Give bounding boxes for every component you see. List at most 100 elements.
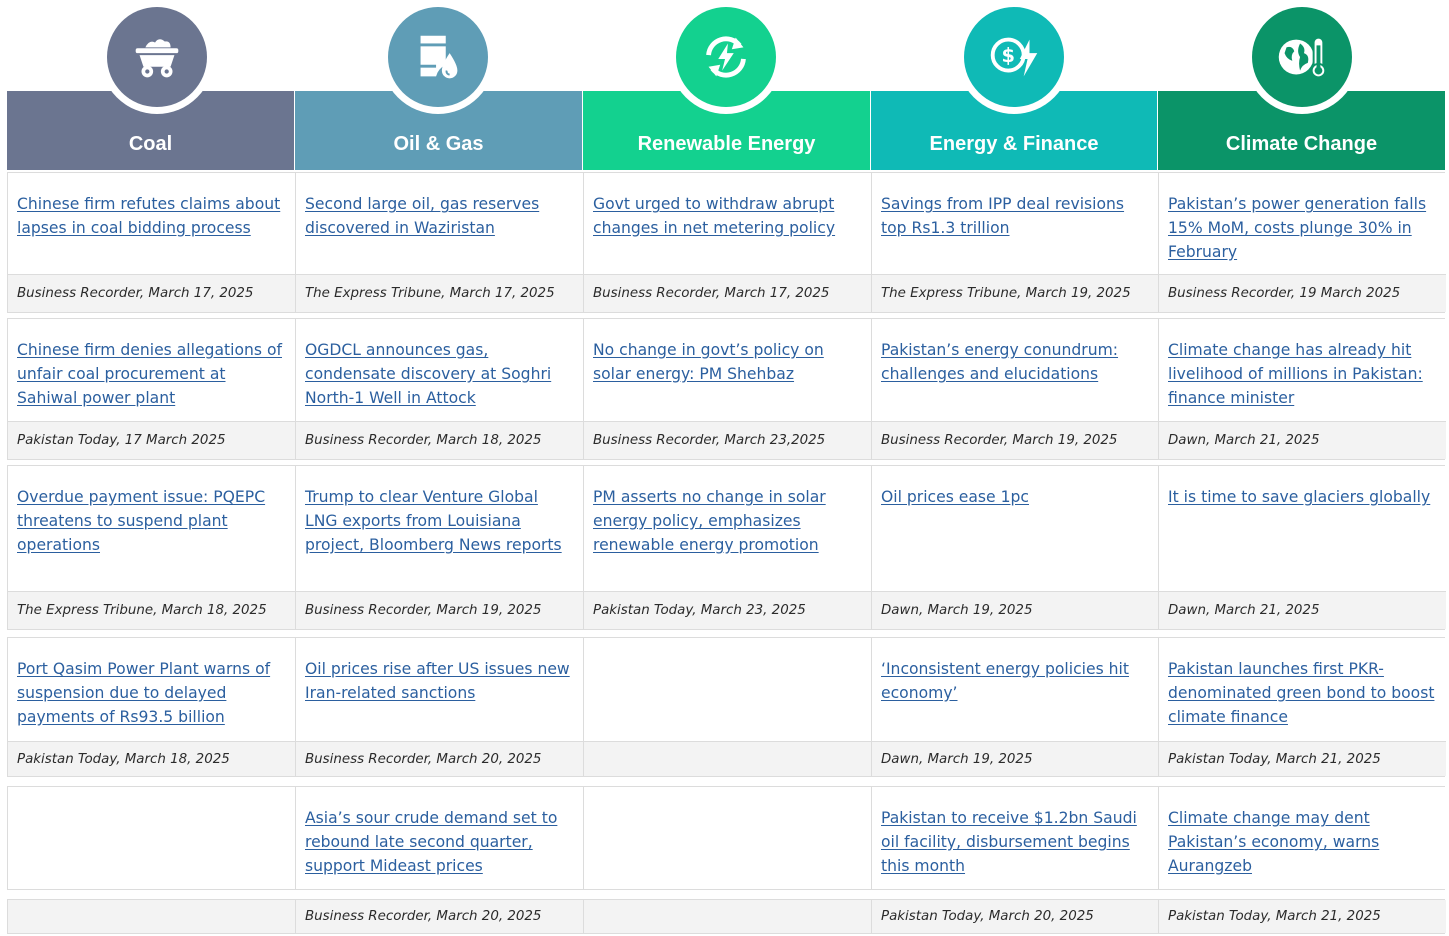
news-headline-link[interactable]: Oil prices rise after US issues new Iran… [305,658,575,706]
news-title-cell: Pakistan launches first PKR-denominated … [1159,638,1446,741]
news-title-cell: Climate change may dent Pakistan’s econo… [1159,787,1446,889]
news-source-cell: Business Recorder, March 20, 2025 [296,900,584,933]
news-source-text: Pakistan Today, March 21, 2025 [1168,751,1381,767]
news-source-cell: Dawn, March 21, 2025 [1159,421,1446,459]
news-source-text: Pakistan Today, March 18, 2025 [17,751,230,767]
finance-icon-badge: $ [957,0,1071,114]
news-title-cell: Oil prices rise after US issues new Iran… [296,638,584,741]
globe-thermometer-icon [1278,36,1327,79]
news-row: Asia’s sour crude demand set to rebound … [7,786,1446,890]
news-title-cell: Govt urged to withdraw abrupt changes in… [584,173,872,274]
news-headline-link[interactable]: ‘Inconsistent energy policies hit econom… [881,658,1150,706]
news-source-cell: Pakistan Today, March 20, 2025 [872,900,1159,933]
column-title-coal: Coal [128,133,173,155]
news-source-cell: Pakistan Today, March 18, 2025 [8,741,296,776]
coal-cart-icon [135,39,179,78]
news-source-cell [584,741,872,776]
column-title-finance: Energy & Finance [929,133,1099,155]
news-row: Port Qasim Power Plant warns of suspensi… [7,637,1446,777]
news-headline-link[interactable]: Pakistan launches first PKR-denominated … [1168,658,1438,729]
news-source-cell: Pakistan Today, March 21, 2025 [1159,900,1446,933]
news-source-text: Dawn, March 21, 2025 [1168,603,1320,618]
news-source-text: Business Recorder, March 17, 2025 [593,286,830,301]
news-headline-link[interactable]: Govt urged to withdraw abrupt changes in… [593,193,863,241]
news-headline-link[interactable]: Pakistan’s power generation falls 15% Mo… [1168,193,1438,264]
news-title-cell: Second large oil, gas reserves discovere… [296,173,584,274]
news-title-cell: Savings from IPP deal revisions top Rs1.… [872,173,1159,274]
news-headline-link[interactable]: Pakistan’s energy conundrum: challenges … [881,339,1150,387]
news-title-cell: ‘Inconsistent energy policies hit econom… [872,638,1159,741]
news-title-cell: Chinese firm denies allegations of unfai… [8,319,296,421]
oil-gas-icon-badge [381,0,495,114]
news-title-cell [8,787,296,889]
news-source-text: The Express Tribune, March 17, 2025 [305,286,555,301]
news-source-text: Business Recorder, March 20, 2025 [305,909,542,924]
news-source-text: Business Recorder, March 18, 2025 [305,433,542,448]
news-source-cell: Dawn, March 19, 2025 [872,741,1159,776]
news-title-cell: Pakistan’s energy conundrum: challenges … [872,319,1159,421]
news-headline-link[interactable]: Overdue payment issue: PQEPC threatens t… [17,486,287,557]
news-source-cell: Business Recorder, March 19, 2025 [872,421,1159,459]
news-source-text: Business Recorder, March 17, 2025 [17,286,254,301]
news-source-cell: The Express Tribune, March 18, 2025 [8,591,296,629]
coal-icon-badge [100,0,214,114]
renewable-icon-badge [669,0,783,114]
news-headline-link[interactable]: Asia’s sour crude demand set to rebound … [305,807,575,878]
news-headline-link[interactable]: Oil prices ease 1pc [881,486,1150,510]
news-headline-link[interactable]: Trump to clear Venture Global LNG export… [305,486,575,557]
news-source-cell: Dawn, March 21, 2025 [1159,591,1446,629]
column-title-climate: Climate Change [1225,133,1378,155]
news-headline-link[interactable]: Port Qasim Power Plant warns of suspensi… [17,658,287,729]
news-title-cell: PM asserts no change in solar energy pol… [584,466,872,591]
news-source-text: The Express Tribune, March 18, 2025 [17,603,267,618]
news-headline-link[interactable]: It is time to save glaciers globally [1168,486,1438,510]
news-title-cell: It is time to save glaciers globally [1159,466,1446,591]
news-headline-link[interactable]: PM asserts no change in solar energy pol… [593,486,863,557]
climate-icon-badge [1245,0,1359,114]
news-headline-link[interactable]: Chinese firm denies allegations of unfai… [17,339,287,410]
news-title-cell: Overdue payment issue: PQEPC threatens t… [8,466,296,591]
news-source-cell: Pakistan Today, 17 March 2025 [8,421,296,459]
news-source-cell: Dawn, March 19, 2025 [872,591,1159,629]
news-headline-link[interactable]: OGDCL announces gas, condensate discover… [305,339,575,410]
news-title-cell [584,638,872,741]
svg-text:$: $ [1001,44,1014,67]
news-title-cell: No change in govt’s policy on solar ener… [584,319,872,421]
news-source-text: Business Recorder, March 20, 2025 [305,751,542,767]
news-title-cell: Trump to clear Venture Global LNG export… [296,466,584,591]
news-source-cell: Pakistan Today, March 23, 2025 [584,591,872,629]
news-source-text: Dawn, March 21, 2025 [1168,433,1320,448]
news-headline-link[interactable]: Savings from IPP deal revisions top Rs1.… [881,193,1150,241]
news-title-cell: Pakistan to receive $1.2bn Saudi oil fac… [872,787,1159,889]
news-source-cell [584,900,872,933]
news-source-cell: Business Recorder, March 18, 2025 [296,421,584,459]
news-source-text: Dawn, March 19, 2025 [881,603,1033,618]
news-source-cell: Pakistan Today, March 21, 2025 [1159,741,1446,776]
news-title-cell: Port Qasim Power Plant warns of suspensi… [8,638,296,741]
news-source-text: Business Recorder, March 19, 2025 [305,603,542,618]
news-headline-link[interactable]: No change in govt’s policy on solar ener… [593,339,863,387]
news-title-cell: Chinese firm refutes claims about lapses… [8,173,296,274]
news-source-text: Business Recorder, 19 March 2025 [1168,286,1401,301]
news-headline-link[interactable]: Climate change has already hit livelihoo… [1168,339,1438,410]
oil-barrel-drop-icon [418,35,458,79]
news-source-text: Pakistan Today, 17 March 2025 [17,433,226,448]
news-title-cell: Asia’s sour crude demand set to rebound … [296,787,584,889]
news-title-cell [584,787,872,889]
news-headline-link[interactable]: Pakistan to receive $1.2bn Saudi oil fac… [881,807,1150,878]
news-source-text: Pakistan Today, March 23, 2025 [593,603,806,618]
news-source-text: Pakistan Today, March 20, 2025 [881,909,1094,924]
news-headline-link[interactable]: Climate change may dent Pakistan’s econo… [1168,807,1438,878]
news-source-cell: Business Recorder, March 19, 2025 [296,591,584,629]
news-source-cell [8,900,296,933]
news-source-text: Pakistan Today, March 21, 2025 [1168,909,1381,924]
dollar-bolt-icon: $ [990,37,1038,77]
news-source-cell: Business Recorder, 19 March 2025 [1159,274,1446,312]
news-headline-link[interactable]: Chinese firm refutes claims about lapses… [17,193,287,241]
column-title-renewable: Renewable Energy [637,133,816,155]
news-title-cell: Climate change has already hit livelihoo… [1159,319,1446,421]
news-row: Chinese firm denies allegations of unfai… [7,318,1446,460]
news-headline-link[interactable]: Second large oil, gas reserves discovere… [305,193,575,241]
news-source-row: Business Recorder, March 20, 2025 Pakista… [7,899,1446,934]
news-source-text: Business Recorder, March 19, 2025 [881,433,1118,448]
